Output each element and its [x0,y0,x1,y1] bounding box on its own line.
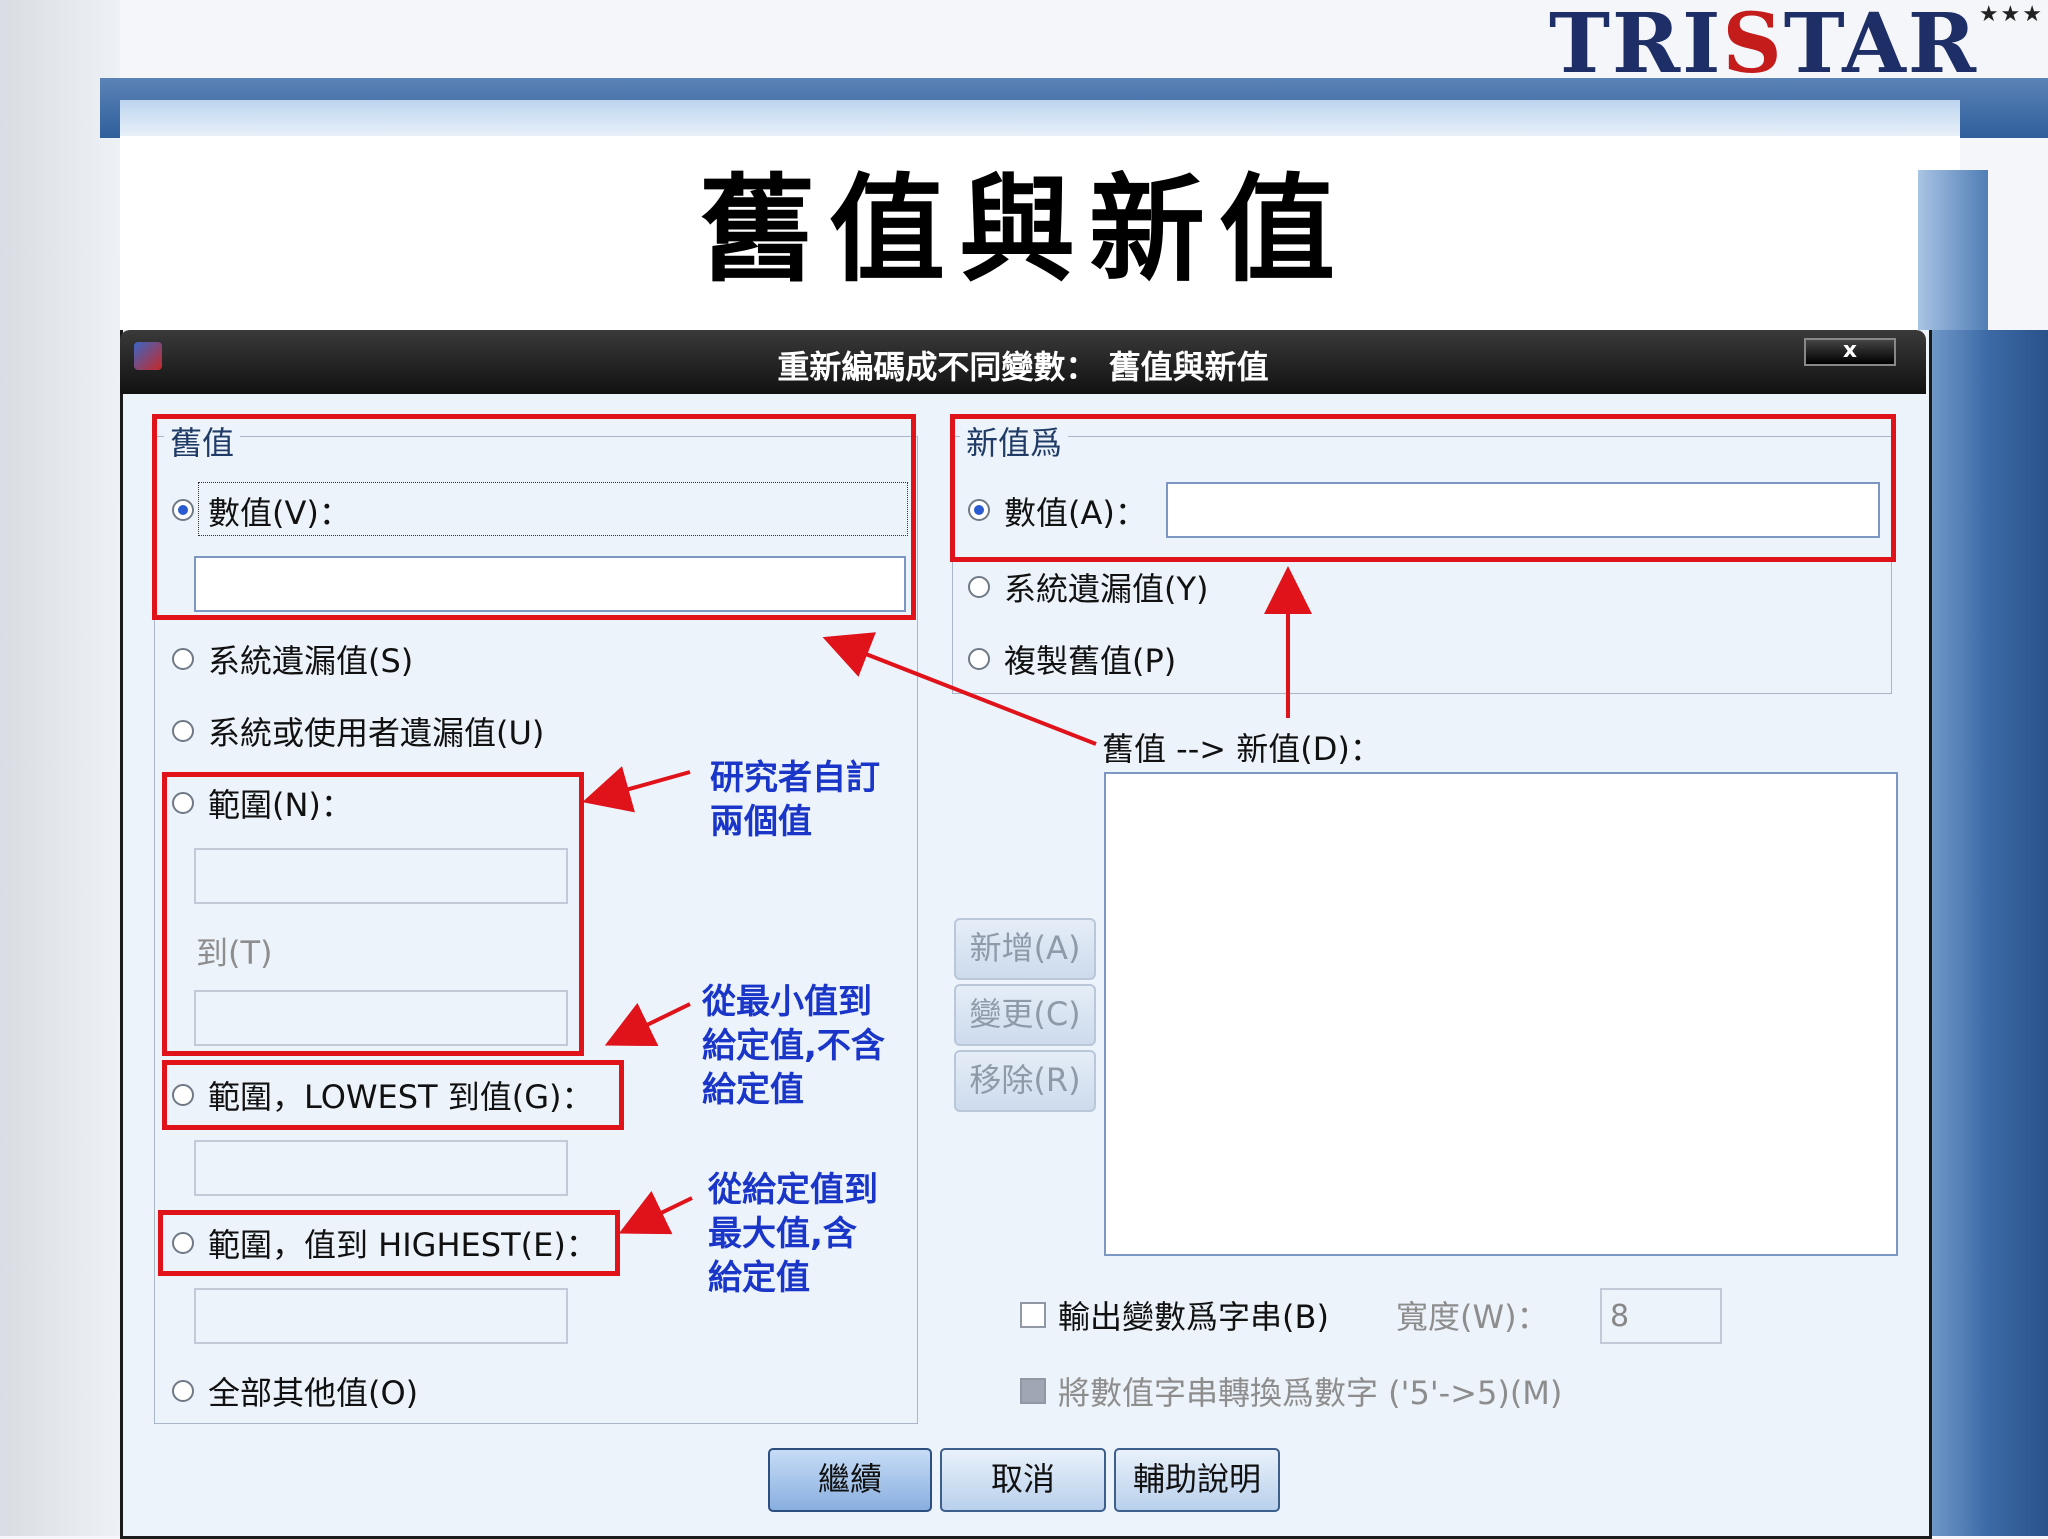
arrow-to-range [582,766,691,813]
note-range: 研究者自訂 兩個值 [710,756,880,844]
arrow-to-old-value [822,632,1097,746]
note-range-line: 兩個值 [710,802,812,842]
note-lowest-line: 從最小值到 [702,982,872,1022]
note-lowest-line: 給定值,不含 [702,1026,885,1066]
note-range-line: 研究者自訂 [710,758,880,798]
note-lowest-line: 給定值 [702,1070,804,1110]
note-highest-line: 最大值,含 [708,1214,857,1254]
note-highest-line: 給定值 [708,1258,810,1298]
annotation-arrows [582,566,1312,1235]
note-highest: 從給定值到 最大值,含 給定值 [708,1168,878,1300]
note-lowest: 從最小值到 給定值,不含 給定值 [702,980,885,1112]
arrow-to-lowest [604,1002,691,1047]
arrow-to-highest [618,1190,693,1235]
note-highest-line: 從給定值到 [708,1170,878,1210]
